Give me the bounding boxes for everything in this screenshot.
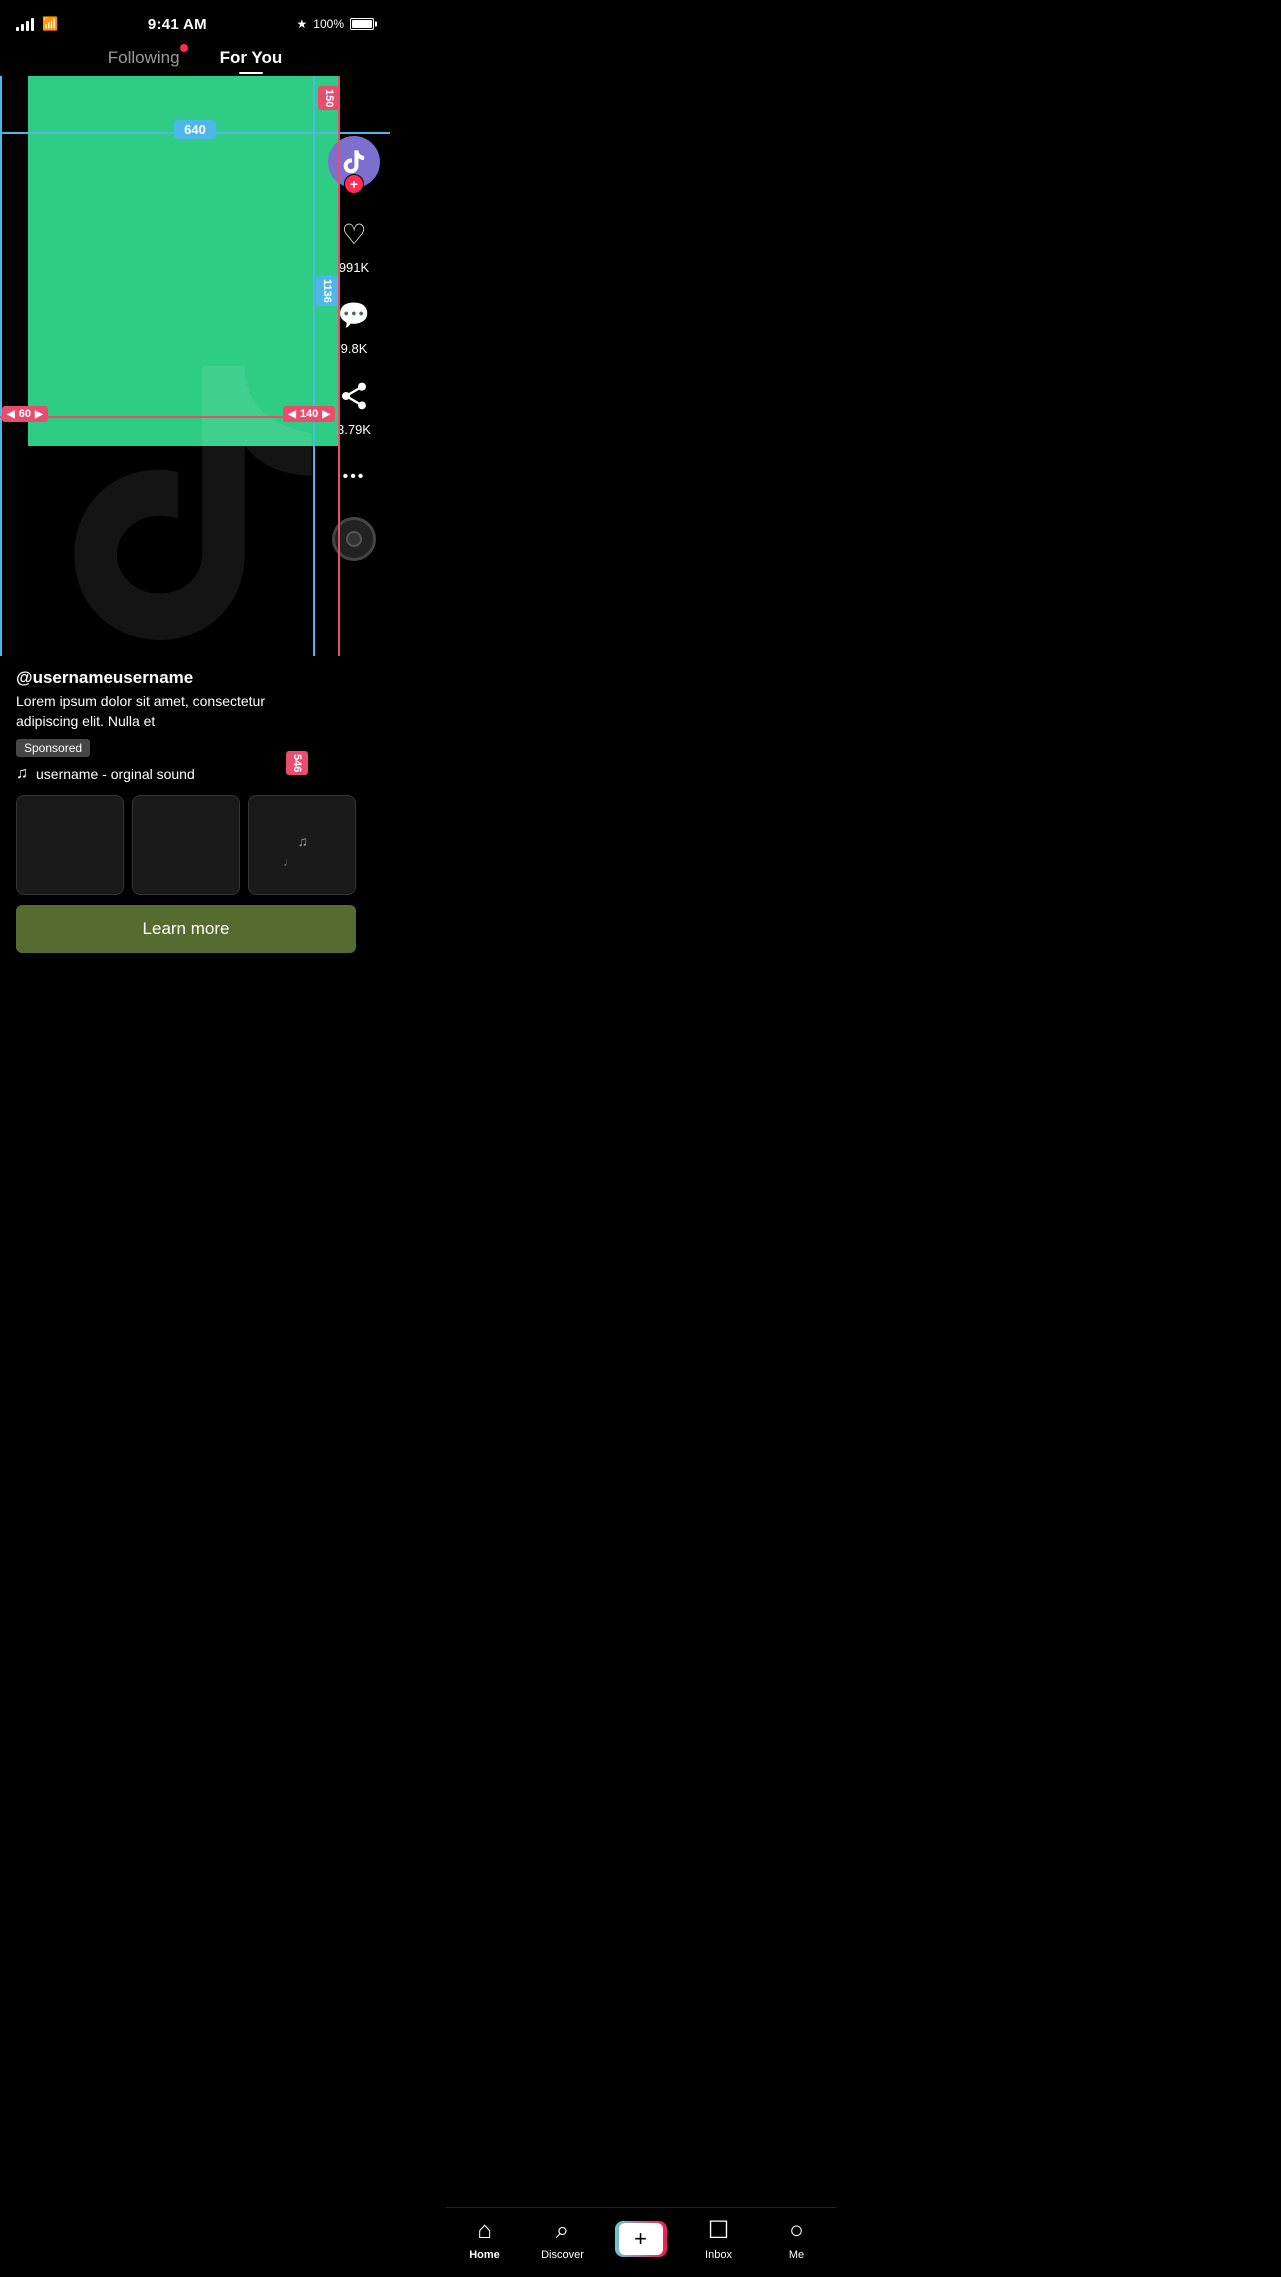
video-area: + ♡ 991K 💬 9.8K bbox=[0, 76, 390, 656]
like-count: 991K bbox=[339, 260, 369, 275]
battery-percent: 100% bbox=[313, 17, 344, 31]
post-username[interactable]: @usernameusername bbox=[16, 668, 374, 688]
follow-plus-button[interactable]: + bbox=[344, 174, 364, 194]
sponsored-badge: Sponsored bbox=[16, 739, 90, 757]
status-bar: 📶 9:41 AM ★ 100% bbox=[0, 0, 390, 44]
product-thumb-2[interactable] bbox=[132, 795, 240, 895]
creator-avatar-container[interactable]: + bbox=[328, 136, 380, 188]
share-count: 3.79K bbox=[337, 422, 371, 437]
post-description: Lorem ipsum dolor sit amet, consectetur … bbox=[16, 692, 296, 731]
notification-dot bbox=[180, 44, 188, 52]
learn-more-button[interactable]: Learn more bbox=[16, 905, 356, 953]
dim-546-label: 546 bbox=[286, 751, 308, 775]
blue-line-vertical-left bbox=[0, 76, 2, 656]
dim-150-label: 150 bbox=[318, 86, 340, 110]
music-row[interactable]: ♫ username - orginal sound bbox=[16, 765, 374, 783]
status-right: ★ 100% bbox=[297, 17, 374, 31]
blue-line-vertical-right bbox=[313, 76, 315, 656]
nav-following[interactable]: Following bbox=[108, 48, 180, 68]
battery-icon bbox=[350, 18, 374, 30]
wifi-icon: 📶 bbox=[42, 16, 58, 32]
nav-foryou[interactable]: For You bbox=[220, 48, 283, 68]
right-sidebar: + ♡ 991K 💬 9.8K bbox=[318, 136, 390, 581]
music-disc-inner bbox=[346, 531, 362, 547]
product-thumb-1[interactable] bbox=[16, 795, 124, 895]
status-time: 9:41 AM bbox=[148, 16, 207, 33]
dim-1136-label: 1136 bbox=[316, 276, 338, 306]
video-annotation-container: + ♡ 991K 💬 9.8K bbox=[0, 76, 390, 969]
dim-60-label: ◀ 60 ▶ bbox=[2, 406, 48, 422]
status-left: 📶 bbox=[16, 16, 58, 32]
pink-line-vertical-center bbox=[338, 76, 340, 656]
signal-bars bbox=[16, 17, 34, 31]
music-label: username - orginal sound bbox=[36, 766, 195, 782]
music-note-icon: ♫ bbox=[16, 765, 28, 783]
floating-music-note-2: ♩ bbox=[283, 855, 295, 869]
post-info-area: 546 @usernameusername Lorem ipsum dolor … bbox=[0, 656, 390, 969]
bluetooth-icon: ★ bbox=[297, 17, 308, 31]
dim-140-label: ◀ 140 ▶ bbox=[283, 406, 335, 422]
dim-640-label: 640 bbox=[174, 120, 216, 139]
header-nav: Following For You bbox=[0, 44, 390, 76]
comment-count: 9.8K bbox=[341, 341, 368, 356]
floating-music-note-1: ♫ bbox=[298, 833, 309, 849]
